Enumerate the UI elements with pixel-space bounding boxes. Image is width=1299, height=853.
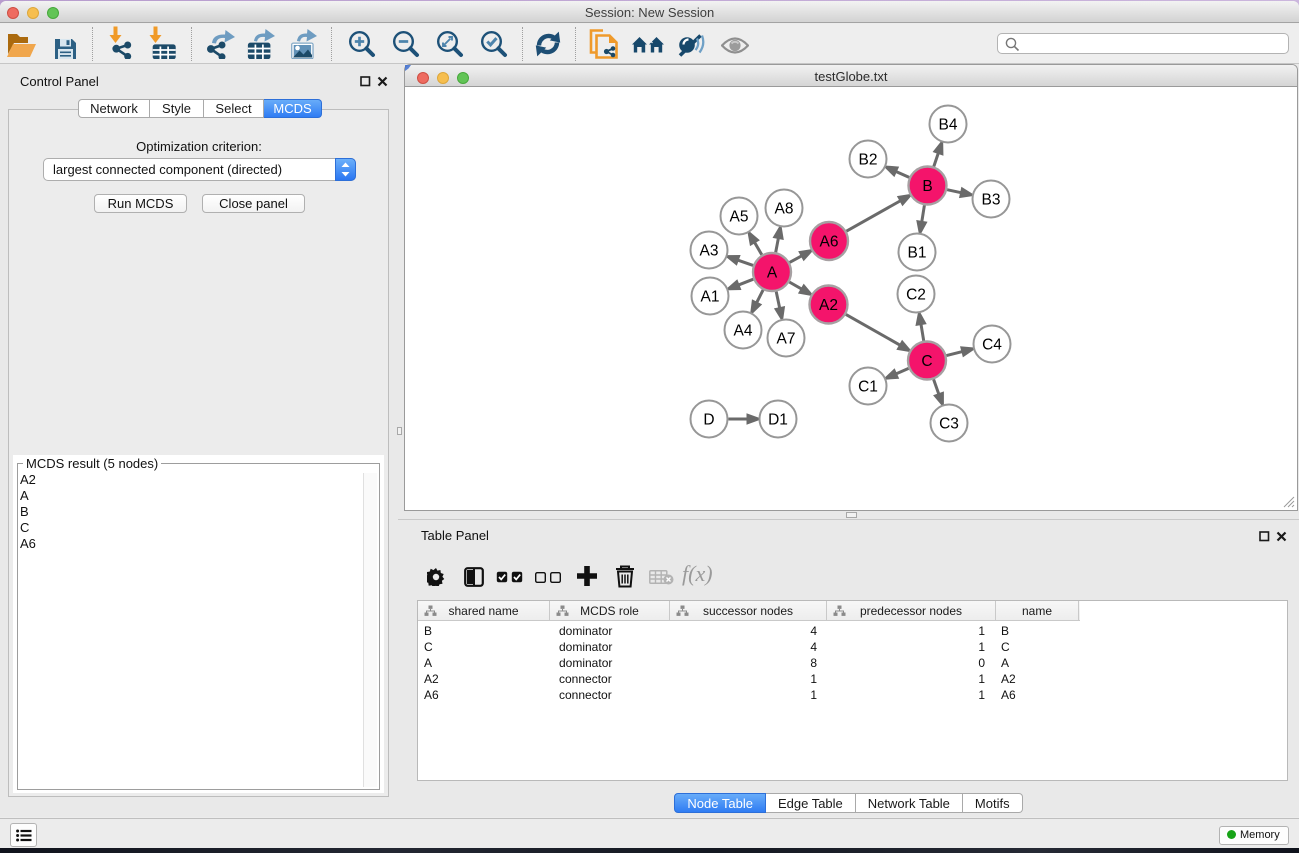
- svg-text:A: A: [767, 264, 778, 281]
- svg-text:A7: A7: [777, 330, 796, 347]
- svg-text:B2: B2: [859, 151, 878, 168]
- svg-text:A1: A1: [701, 288, 720, 305]
- svg-text:A4: A4: [734, 322, 753, 339]
- svg-text:A2: A2: [819, 297, 838, 314]
- svg-text:C: C: [921, 353, 932, 370]
- svg-text:A3: A3: [700, 242, 719, 259]
- svg-text:B: B: [922, 178, 932, 195]
- svg-text:C1: C1: [858, 378, 878, 395]
- svg-text:C3: C3: [939, 415, 959, 432]
- svg-text:A8: A8: [775, 200, 794, 217]
- svg-text:D: D: [703, 411, 714, 428]
- svg-text:C2: C2: [906, 286, 926, 303]
- svg-text:B3: B3: [982, 191, 1001, 208]
- svg-text:A5: A5: [730, 208, 749, 225]
- svg-text:B1: B1: [908, 244, 927, 261]
- svg-text:B4: B4: [939, 116, 958, 133]
- svg-text:D1: D1: [768, 411, 788, 428]
- svg-text:C4: C4: [982, 336, 1002, 353]
- svg-text:A6: A6: [820, 233, 839, 250]
